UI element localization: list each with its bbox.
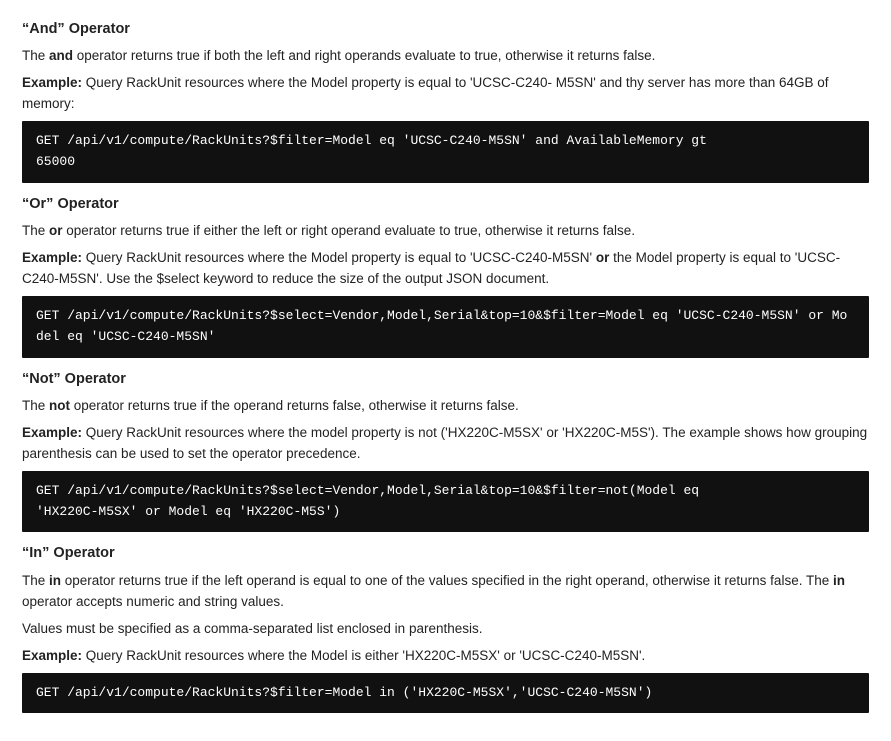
- and-example: Example: Query RackUnit resources where …: [22, 73, 869, 115]
- or-section: “Or” Operator The or operator returns tr…: [22, 193, 869, 358]
- and-code-block: GET /api/v1/compute/RackUnits?$filter=Mo…: [22, 121, 869, 183]
- or-title: “Or” Operator: [22, 193, 869, 215]
- in-desc1: The in operator returns true if the left…: [22, 571, 869, 613]
- not-section: “Not” Operator The not operator returns …: [22, 368, 869, 533]
- and-desc: The and operator returns true if both th…: [22, 46, 869, 67]
- in-section: “In” Operator The in operator returns tr…: [22, 542, 869, 713]
- or-example: Example: Query RackUnit resources where …: [22, 248, 869, 290]
- or-desc: The or operator returns true if either t…: [22, 221, 869, 242]
- not-desc: The not operator returns true if the ope…: [22, 396, 869, 417]
- in-desc2: Values must be specified as a comma-sepa…: [22, 619, 869, 640]
- not-code-block: GET /api/v1/compute/RackUnits?$select=Ve…: [22, 471, 869, 533]
- and-section: “And” Operator The and operator returns …: [22, 18, 869, 183]
- not-title: “Not” Operator: [22, 368, 869, 390]
- or-code-block: GET /api/v1/compute/RackUnits?$select=Ve…: [22, 296, 869, 358]
- in-title: “In” Operator: [22, 542, 869, 564]
- and-title: “And” Operator: [22, 18, 869, 40]
- not-example: Example: Query RackUnit resources where …: [22, 423, 869, 465]
- in-example: Example: Query RackUnit resources where …: [22, 646, 869, 667]
- in-code-block: GET /api/v1/compute/RackUnits?$filter=Mo…: [22, 673, 869, 714]
